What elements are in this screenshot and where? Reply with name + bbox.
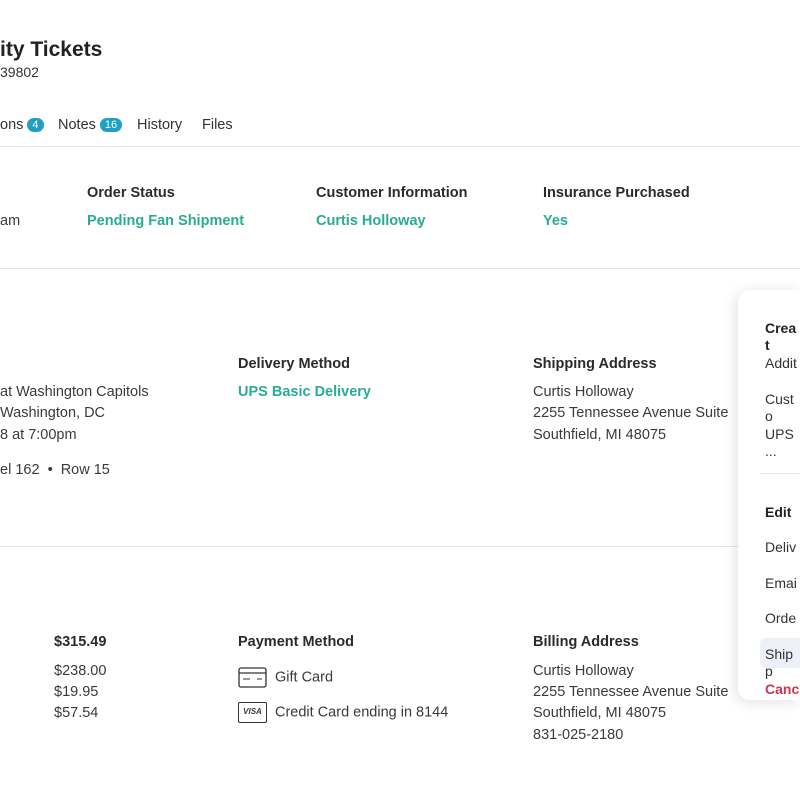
menu-item[interactable]: Addit	[765, 355, 800, 372]
seat-info: el 162 • Row 15	[0, 462, 110, 478]
menu-heading-create: Creat	[765, 320, 797, 353]
menu-item-cancel[interactable]: Canc	[765, 681, 800, 698]
customer-label: Customer Information	[316, 185, 468, 201]
insurance-label: Insurance Purchased	[543, 185, 690, 201]
shipping-label: Shipping Address	[533, 356, 657, 372]
tab-files[interactable]: Files	[202, 117, 233, 133]
tab-notes[interactable]: Notes 16	[58, 117, 123, 133]
menu-item[interactable]: Custo	[765, 391, 800, 425]
menu-item[interactable]: Emai	[765, 575, 800, 592]
gift-card-icon	[238, 667, 267, 688]
line-amount: $19.95	[54, 684, 99, 700]
divider	[0, 546, 800, 547]
payment-method: VISA Credit Card ending in 8144	[238, 702, 448, 723]
order-number: 39802	[0, 64, 39, 80]
event-venue: Washington, DC	[0, 405, 106, 421]
billing-line: 2255 Tennessee Avenue Suite	[533, 684, 729, 700]
event-name: at Washington Capitols	[0, 384, 149, 400]
payment-method-label: Credit Card ending in 8144	[275, 704, 449, 721]
page-title: ity Tickets	[0, 38, 103, 61]
tab-label: Notes	[58, 117, 96, 133]
menu-item[interactable]: Shipp	[765, 646, 800, 680]
tab-actions[interactable]: ons 4	[0, 117, 44, 133]
event-date: 8 at 7:00pm	[0, 427, 77, 443]
menu-item[interactable]: UPS ...	[765, 426, 800, 460]
tab-label: ons	[0, 117, 24, 133]
summary-value: am	[0, 213, 21, 229]
line-amount: $238.00	[54, 663, 107, 679]
billing-line: Curtis Holloway	[533, 663, 634, 679]
payment-method-label: Gift Card	[275, 669, 334, 686]
menu-divider	[760, 473, 800, 474]
tab-history[interactable]: History	[137, 117, 182, 133]
count-badge: 4	[27, 118, 44, 132]
delivery-value[interactable]: UPS Basic Delivery	[238, 384, 371, 400]
divider	[0, 146, 800, 147]
shipping-line: Curtis Holloway	[533, 384, 634, 400]
billing-label: Billing Address	[533, 634, 639, 650]
menu-item[interactable]: Deliv	[765, 539, 800, 556]
divider	[0, 268, 800, 269]
order-status-value[interactable]: Pending Fan Shipment	[87, 213, 244, 229]
order-status-label: Order Status	[87, 185, 175, 201]
visa-icon: VISA	[238, 702, 267, 723]
billing-line: Southfield, MI 48075	[533, 705, 667, 721]
insurance-value: Yes	[543, 213, 568, 229]
menu-item[interactable]: Orde	[765, 610, 800, 627]
shipping-line: Southfield, MI 48075	[533, 427, 667, 443]
payment-method: Gift Card	[238, 667, 333, 688]
shipping-line: 2255 Tennessee Avenue Suite	[533, 405, 729, 421]
customer-link[interactable]: Curtis Holloway	[316, 213, 426, 229]
order-total: $315.49	[54, 634, 107, 650]
count-badge: 16	[99, 118, 123, 132]
line-amount: $57.54	[54, 705, 99, 721]
billing-phone: 831-025-2180	[533, 727, 624, 743]
menu-heading-edit: Edit	[765, 504, 792, 520]
delivery-label: Delivery Method	[238, 356, 350, 372]
actions-menu: Creat Addit Custo UPS ... Edit Deliv Ema…	[738, 290, 800, 700]
payment-label: Payment Method	[238, 634, 355, 650]
